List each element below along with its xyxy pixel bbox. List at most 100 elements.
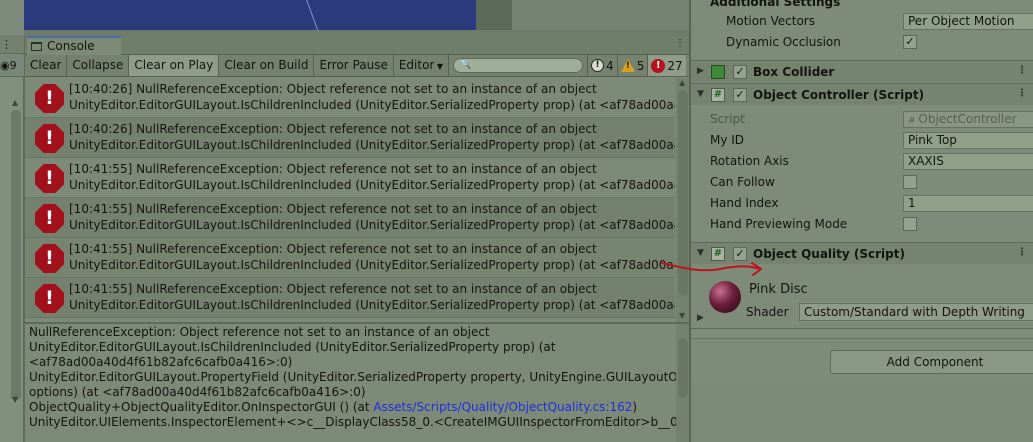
- editor-dropdown[interactable]: Editor ▼: [394, 55, 450, 76]
- log-line-1: [10:40:26] NullReferenceException: Objec…: [69, 122, 597, 136]
- dynamic-occlusion-checkbox[interactable]: ✓: [903, 35, 917, 49]
- tab-menu-icon[interactable]: ⋮: [675, 38, 686, 49]
- scroll-up-icon[interactable]: ▲: [679, 78, 685, 87]
- log-entry[interactable]: ! [10:41:55] NullReferenceException: Obj…: [25, 278, 675, 318]
- hand-index-row: Hand Index 1: [691, 193, 1033, 214]
- inspector-panel: Additional Settings Motion Vectors Per O…: [691, 0, 1033, 442]
- collapse-arrow-icon[interactable]: ▼: [697, 248, 704, 258]
- stack-trace-line: options) (at <af78ad00a40d4f61b82afc6caf…: [29, 385, 366, 399]
- stack-trace-line: UnityEditor.UIElements.InspectorElement+…: [29, 415, 676, 429]
- clear-on-play-button[interactable]: Clear on Play: [129, 55, 220, 76]
- log-entry[interactable]: ! [10:40:26] NullReferenceException: Obj…: [25, 78, 675, 118]
- scroll-down-icon[interactable]: ▼: [679, 311, 685, 320]
- expand-arrow-icon[interactable]: ▶: [697, 66, 704, 76]
- stack-trace-line: UnityEditor.EditorGUILayout.IsChildrenIn…: [29, 340, 556, 354]
- log-scrollbar[interactable]: ▲ ▼: [676, 78, 690, 322]
- hierarchy-count-fragment: ◉9: [0, 55, 24, 77]
- search-input[interactable]: 🔍: [453, 58, 584, 73]
- box-collider-icon: [711, 65, 725, 79]
- rotation-axis-label: Rotation Axis: [710, 154, 789, 168]
- script-icon: #: [711, 88, 725, 102]
- hand-previewing-checkbox[interactable]: [903, 217, 917, 231]
- hand-index-field[interactable]: 1: [903, 195, 1033, 212]
- object-quality-enabled-checkbox[interactable]: ✓: [733, 247, 747, 261]
- scroll-up-icon[interactable]: ▲: [12, 98, 18, 107]
- log-line-1: [10:41:55] NullReferenceException: Objec…: [69, 162, 597, 176]
- scroll-down-icon[interactable]: ▼: [12, 395, 18, 404]
- error-icon: !: [35, 244, 64, 273]
- hand-previewing-row: Hand Previewing Mode: [691, 214, 1033, 235]
- dropdown-arrow-icon: ▼: [434, 62, 444, 71]
- log-line-2: UnityEditor.EditorGUILayout.IsChildrenIn…: [69, 258, 675, 272]
- stack-trace-scrollbar-thumb[interactable]: [678, 338, 688, 398]
- hierarchy-tab-fragment[interactable]: ⋮: [0, 35, 24, 54]
- shader-dropdown[interactable]: Custom/Standard with Depth Writing: [799, 303, 1033, 321]
- warning-count: 5: [636, 58, 645, 73]
- error-icon: !: [35, 164, 64, 193]
- can-follow-checkbox[interactable]: [903, 175, 917, 189]
- object-controller-title: Object Controller (Script): [753, 88, 925, 102]
- log-line-2: UnityEditor.EditorGUILayout.IsChildrenIn…: [69, 218, 675, 232]
- motion-vectors-row: Motion Vectors Per Object Motion: [691, 11, 1033, 32]
- clear-button[interactable]: Clear: [25, 55, 68, 76]
- search-icon: 🔍: [460, 60, 472, 70]
- object-quality-header[interactable]: ▼ # ✓ Object Quality (Script) ⋮: [691, 242, 1033, 264]
- hierarchy-panel-edge: ⋮ ◉9 ▲ ▼: [0, 0, 24, 442]
- separator: [691, 328, 1033, 329]
- stack-trace-line: ObjectQuality+ObjectQualityEditor.OnInsp…: [29, 400, 672, 415]
- error-filter-toggle[interactable]: ! 27: [647, 55, 686, 76]
- log-entry-text: [10:41:55] NullReferenceException: Objec…: [69, 201, 675, 233]
- tab-console-label: Console: [47, 39, 95, 53]
- menu-dots-icon: ⋮: [1, 38, 12, 51]
- collapse-arrow-icon[interactable]: ▼: [697, 89, 704, 99]
- rotation-axis-dropdown[interactable]: XAXIS: [903, 153, 1033, 170]
- error-pause-button[interactable]: Error Pause: [314, 55, 394, 76]
- box-collider-enabled-checkbox[interactable]: ✓: [733, 65, 747, 79]
- motion-vectors-dropdown[interactable]: Per Object Motion: [903, 13, 1033, 30]
- stack-trace-line: UnityEditor.EditorGUILayout.PropertyFiel…: [29, 370, 676, 384]
- script-field[interactable]: # ObjectController: [903, 111, 1033, 128]
- additional-settings-label: Additional Settings: [710, 0, 841, 9]
- clear-on-build-button[interactable]: Clear on Build: [219, 55, 315, 76]
- log-line-1: [10:41:55] NullReferenceException: Objec…: [69, 202, 597, 216]
- component-menu-icon[interactable]: ⋮: [1017, 65, 1027, 76]
- stack-trace-scrollbar[interactable]: [676, 324, 690, 442]
- console-icon: [31, 42, 42, 51]
- dynamic-occlusion-label: Dynamic Occlusion: [726, 35, 841, 49]
- motion-vectors-label: Motion Vectors: [726, 14, 815, 28]
- my-id-field[interactable]: Pink Top: [903, 132, 1033, 149]
- log-line-1: [10:41:55] NullReferenceException: Objec…: [69, 282, 597, 296]
- scene-viewport[interactable]: [24, 0, 476, 30]
- log-entry[interactable]: ! [10:40:26] NullReferenceException: Obj…: [25, 118, 675, 158]
- log-scrollbar-thumb[interactable]: [678, 90, 688, 296]
- material-preview-sphere[interactable]: [709, 281, 741, 313]
- info-filter-toggle[interactable]: ! 4: [587, 55, 617, 76]
- warning-icon: !: [620, 59, 635, 72]
- component-menu-icon[interactable]: ⋮: [1017, 247, 1027, 258]
- console-tab-bar: Console ⋮: [25, 36, 690, 55]
- scene-gizmo-line: [305, 0, 320, 30]
- log-line-2: UnityEditor.EditorGUILayout.IsChildrenIn…: [69, 298, 675, 312]
- component-menu-icon[interactable]: ⋮: [1017, 88, 1027, 99]
- stack-trace-line: <af78ad00a40d4f61b82afc6cafb0a416>:0): [29, 355, 293, 369]
- material-name: Pink Disc: [749, 282, 808, 297]
- add-component-button[interactable]: Add Component: [830, 350, 1033, 374]
- log-entry[interactable]: ! [10:41:55] NullReferenceException: Obj…: [25, 198, 675, 238]
- log-entry[interactable]: ! [10:41:55] NullReferenceException: Obj…: [25, 238, 675, 278]
- log-line-1: [10:40:26] NullReferenceException: Objec…: [69, 82, 597, 96]
- error-icon: !: [35, 84, 64, 113]
- log-entry[interactable]: ! [10:41:55] NullReferenceException: Obj…: [25, 158, 675, 198]
- error-icon: !: [35, 284, 64, 313]
- object-controller-enabled-checkbox[interactable]: ✓: [733, 88, 747, 102]
- stack-trace-text: ObjectQuality+ObjectQualityEditor.OnInsp…: [29, 400, 374, 414]
- hierarchy-scrollbar[interactable]: [11, 110, 21, 400]
- script-link[interactable]: Assets/Scripts/Quality/ObjectQuality.cs:…: [373, 400, 632, 414]
- tab-console[interactable]: Console: [27, 36, 121, 55]
- object-controller-header[interactable]: ▼ # ✓ Object Controller (Script) ⋮: [691, 83, 1033, 105]
- warning-filter-toggle[interactable]: ! 5: [616, 55, 648, 76]
- inspector-empty-area: [691, 380, 1033, 442]
- collapse-button[interactable]: Collapse: [67, 55, 130, 76]
- expand-arrow-icon[interactable]: ▶: [697, 313, 704, 323]
- box-collider-header[interactable]: ▶ ✓ Box Collider ⋮: [691, 60, 1033, 82]
- script-field-value: ObjectController: [918, 112, 1017, 126]
